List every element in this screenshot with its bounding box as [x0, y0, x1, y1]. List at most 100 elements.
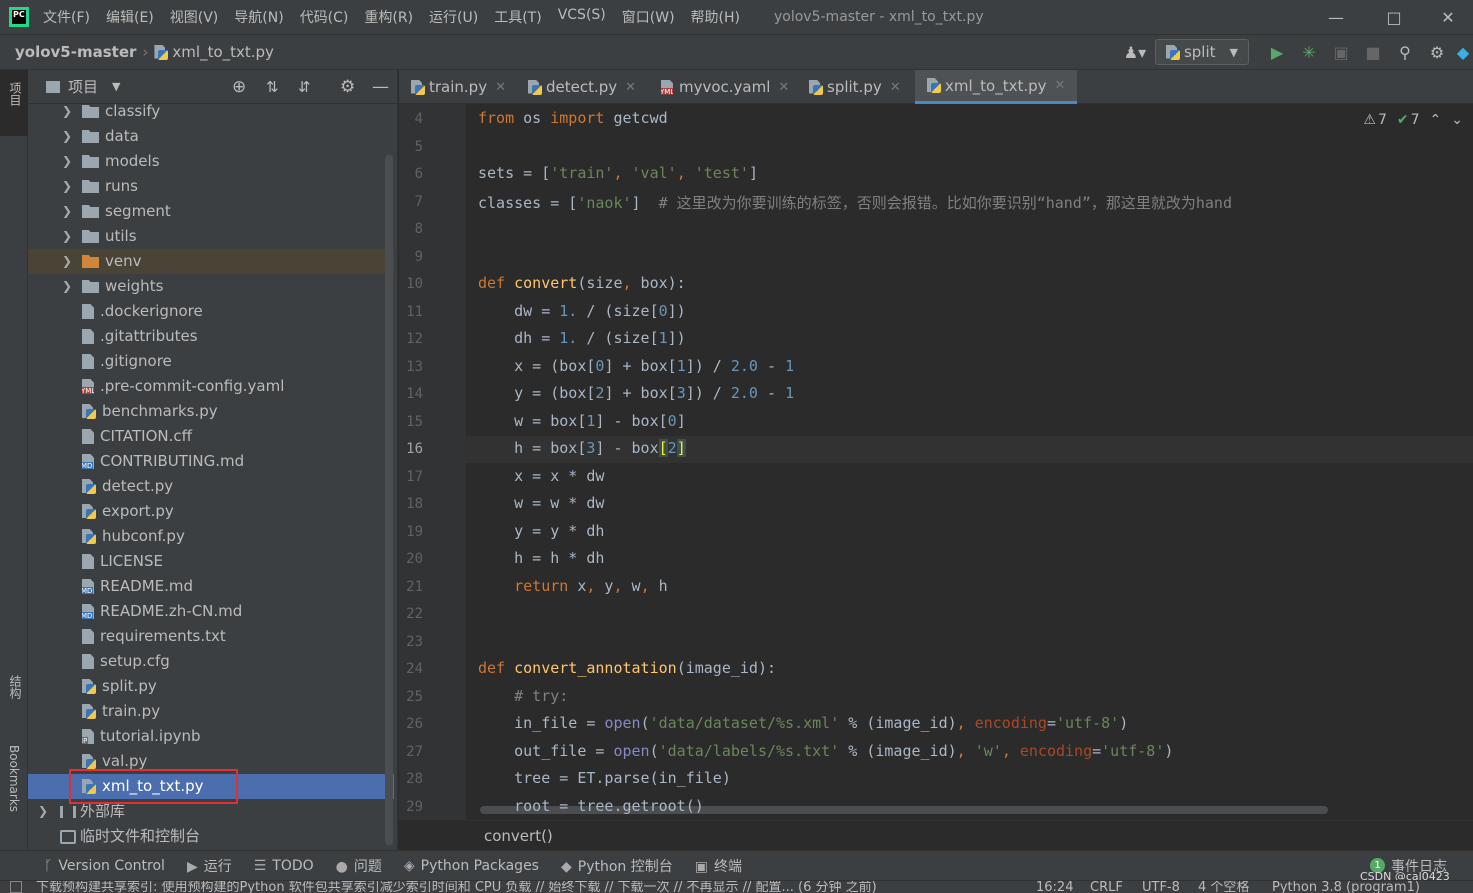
tree-file[interactable]: LICENSE — [28, 549, 394, 574]
tree-folder[interactable]: ❯ classify — [28, 99, 394, 124]
code-line[interactable]: tree = ET.parse(in_file) — [478, 769, 731, 787]
code-line[interactable]: h = h * dh — [478, 549, 604, 567]
tree-file[interactable]: benchmarks.py — [28, 399, 394, 424]
chevron-down-icon[interactable]: ⌄ — [1451, 112, 1463, 128]
code-line[interactable]: classes = ['naok'] # 这里改为你要训练的标签，否则会报错。比… — [478, 192, 1232, 213]
chevron-right-icon[interactable]: ❯ — [62, 224, 72, 249]
hide-panel-icon[interactable]: — — [372, 77, 389, 97]
tree-folder[interactable]: ❯ runs — [28, 174, 394, 199]
tree-file[interactable]: .gitattributes — [28, 324, 394, 349]
code-line[interactable]: def convert(size, box): — [478, 274, 686, 292]
tree-folder[interactable]: ❯ venv — [28, 249, 394, 274]
menu-item[interactable]: 视图(V) — [170, 7, 219, 27]
python-interpreter[interactable]: Python 3.8 (program1) — [1272, 881, 1420, 893]
chevron-right-icon[interactable]: ❯ — [62, 174, 72, 199]
tree-folder[interactable]: ❯ segment — [28, 199, 394, 224]
chevron-right-icon[interactable]: ❯ — [62, 99, 72, 124]
project-tool-button[interactable]: 项目 — [0, 70, 28, 136]
code-line[interactable]: x = (box[0] + box[1]) / 2.0 - 1 — [478, 357, 794, 375]
tree-file[interactable]: setup.cfg — [28, 649, 394, 674]
run-config-select[interactable]: split ▼ — [1154, 39, 1249, 65]
editor-tab[interactable]: train.py ✕ — [399, 70, 516, 104]
code-line[interactable]: dh = 1. / (size[1]) — [478, 329, 686, 347]
chevron-right-icon[interactable]: ❯ — [62, 274, 72, 299]
code-breadcrumb[interactable]: convert() — [466, 820, 1473, 850]
tree-file[interactable]: hubconf.py — [28, 524, 394, 549]
code-line[interactable]: h = box[3] - box[2] — [478, 439, 686, 457]
menu-item[interactable]: 文件(F) — [43, 7, 90, 27]
tree-file[interactable]: detect.py — [28, 474, 394, 499]
tool-window-button[interactable]: ☰ TODO — [254, 858, 314, 874]
caret-position[interactable]: 16:24 — [1036, 881, 1073, 893]
tree-folder[interactable]: ❯ models — [28, 149, 394, 174]
gear-icon[interactable]: ⚙ — [1421, 43, 1453, 62]
tree-file[interactable]: MD CONTRIBUTING.md — [28, 449, 394, 474]
run-icon[interactable]: ▶ — [1261, 43, 1293, 62]
project-panel-title[interactable]: 项目 — [68, 76, 98, 97]
code-line[interactable]: y = (box[2] + box[3]) / 2.0 - 1 — [478, 384, 794, 402]
close-tab-icon[interactable]: ✕ — [625, 80, 636, 95]
stop-icon[interactable]: ■ — [1357, 43, 1389, 62]
tree-file[interactable]: CITATION.cff — [28, 424, 394, 449]
status-message[interactable]: 下载预构建共享索引: 使用预构建的Python 软件包共享索引减少索引时间和 C… — [36, 881, 877, 893]
collapse-all-icon[interactable]: ⇵ — [298, 78, 311, 96]
close-window-button[interactable]: ✕ — [1423, 0, 1473, 34]
locate-icon[interactable]: ⊕ — [232, 77, 246, 97]
toolbox-icon[interactable]: ◆ — [1453, 43, 1473, 62]
structure-tool-label[interactable]: 结构 — [7, 675, 24, 699]
expand-all-icon[interactable]: ⇅ — [266, 78, 279, 96]
code-line[interactable]: out_file = open('data/labels/%s.txt' % (… — [478, 742, 1173, 760]
menu-item[interactable]: 工具(T) — [494, 7, 541, 27]
minimize-button[interactable]: — — [1307, 0, 1365, 34]
code-line[interactable]: return x, y, w, h — [478, 577, 668, 595]
gear-icon[interactable]: ⚙ — [340, 77, 355, 97]
tool-window-button[interactable]: ◆ Python 控制台 — [561, 856, 673, 876]
menu-item[interactable]: VCS(S) — [558, 7, 606, 27]
tree-folder[interactable]: ❯ utils — [28, 224, 394, 249]
close-tab-icon[interactable]: ✕ — [778, 80, 789, 95]
tree-file[interactable]: .dockerignore — [28, 299, 394, 324]
code-line[interactable]: in_file = open('data/dataset/%s.xml' % (… — [478, 714, 1128, 732]
user-icon[interactable]: ♟▾ — [1115, 43, 1155, 62]
tree-file[interactable]: MD README.md — [28, 574, 394, 599]
close-tab-icon[interactable]: ✕ — [890, 80, 901, 95]
breadcrumb-file[interactable]: xml_to_txt.py — [172, 43, 274, 61]
bookmarks-tool-label[interactable]: Bookmarks — [7, 745, 21, 812]
tool-window-button[interactable]: ● 问题 — [336, 856, 382, 876]
tool-window-button[interactable]: ᚴ Version Control — [44, 858, 165, 874]
menu-item[interactable]: 帮助(H) — [691, 7, 740, 27]
tool-window-button[interactable]: ▣ 终端 — [695, 856, 742, 876]
status-toggle-icon[interactable] — [10, 881, 22, 893]
tree-file[interactable]: split.py — [28, 674, 394, 699]
code-line[interactable]: dw = 1. / (size[0]) — [478, 302, 686, 320]
menu-item[interactable]: 重构(R) — [364, 7, 413, 27]
close-tab-icon[interactable]: ✕ — [1055, 78, 1066, 93]
chevron-down-icon[interactable]: ▼ — [112, 80, 120, 93]
tree-folder[interactable]: ❯ data — [28, 124, 394, 149]
code-line[interactable]: w = box[1] - box[0] — [478, 412, 686, 430]
tool-window-button[interactable]: ◈ Python Packages — [404, 858, 539, 874]
chevron-right-icon[interactable]: ❯ — [62, 149, 72, 174]
editor-tab[interactable]: split.py ✕ — [797, 70, 915, 104]
code-line[interactable]: def convert_annotation(image_id): — [478, 659, 776, 677]
chevron-up-icon[interactable]: ⌃ — [1430, 112, 1442, 128]
chevron-right-icon[interactable]: ❯ — [62, 199, 72, 224]
code-line[interactable]: x = x * dw — [478, 467, 604, 485]
code-editor[interactable]: ⚠ 7 ✔ 7 ⌃ ⌄ from os import getcwd sets = … — [466, 104, 1473, 820]
code-line[interactable]: root = tree.getroot() — [478, 797, 704, 815]
tree-file[interactable]: .gitignore — [28, 349, 394, 374]
coverage-icon[interactable]: ▣ — [1325, 43, 1357, 62]
tree-file[interactable]: train.py — [28, 699, 394, 724]
menu-item[interactable]: 代码(C) — [300, 7, 349, 27]
tool-window-button[interactable]: ▶ 运行 — [187, 856, 232, 876]
tree-folder[interactable]: ❯ weights — [28, 274, 394, 299]
file-encoding[interactable]: UTF-8 — [1142, 881, 1180, 893]
menu-item[interactable]: 窗口(W) — [622, 7, 675, 27]
menu-item[interactable]: 运行(U) — [429, 7, 478, 27]
editor-tab[interactable]: xml_to_txt.py ✕ — [915, 70, 1077, 104]
editor-tab[interactable]: YML myvoc.yaml ✕ — [649, 70, 797, 104]
inspection-widget[interactable]: ⚠ 7 ✔ 7 ⌃ ⌄ — [1363, 112, 1463, 128]
chevron-right-icon[interactable]: ❯ — [38, 799, 48, 824]
code-line[interactable]: y = y * dh — [478, 522, 604, 540]
maximize-button[interactable]: □ — [1365, 0, 1423, 34]
